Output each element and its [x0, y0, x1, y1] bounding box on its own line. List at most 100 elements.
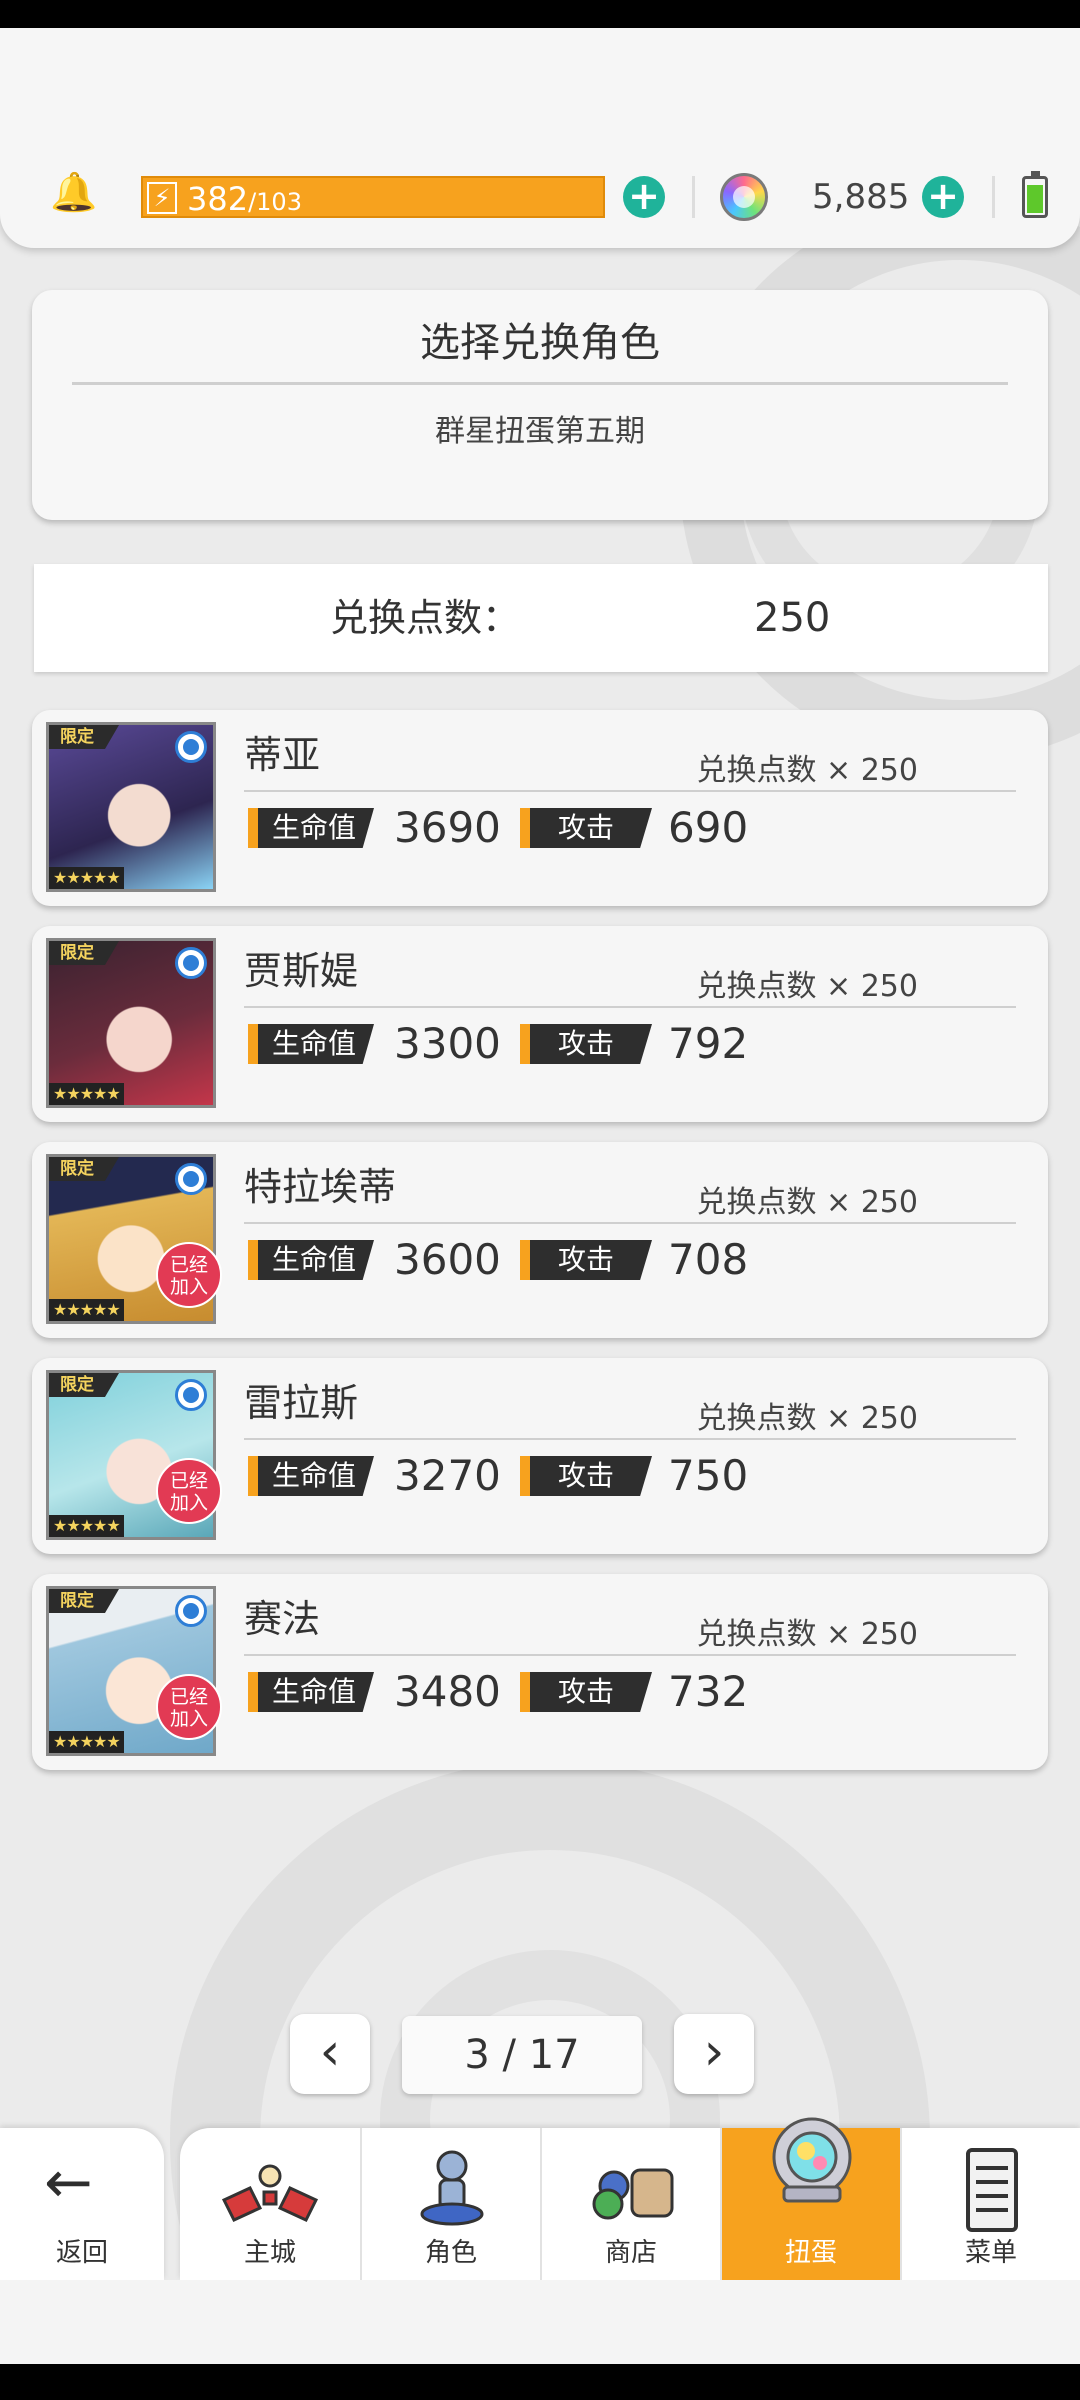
nav-item-characters[interactable]: 角色 [360, 2128, 540, 2280]
limited-tag: 限定 [49, 1373, 119, 1397]
hp-value: 3270 [394, 1451, 501, 1500]
hp-value: 3480 [394, 1667, 501, 1716]
nav-item-gacha[interactable]: 扭蛋 [720, 2117, 900, 2280]
system-status-bar [0, 0, 1080, 28]
attack-label: 攻击 [520, 1240, 652, 1280]
nav-footer [0, 2280, 1080, 2364]
limited-tag: 限定 [49, 1589, 119, 1613]
joined-badge: 已经 加入 [156, 1458, 222, 1524]
gacha-orb-icon [772, 2117, 852, 2203]
character-name: 贾斯媞 [244, 949, 359, 993]
selected-indicator-icon [175, 731, 207, 763]
character-portrait: 限定 ★★★★★ [46, 938, 216, 1108]
add-energy-button[interactable]: + [623, 176, 665, 218]
attack-value: 708 [668, 1235, 749, 1284]
character-card-3[interactable]: 限定 ★★★★★ 已经 加入 特拉埃蒂 兑换点数 × 250 生命值 3600 攻… [32, 1142, 1048, 1338]
hp-value: 3300 [394, 1019, 501, 1068]
back-button[interactable]: ← 返回 [0, 2128, 164, 2280]
star-rating-icon: ★★★★★ [49, 1731, 124, 1753]
nav-item-menu[interactable]: 菜单 [900, 2128, 1080, 2280]
previous-page-button[interactable]: ‹ [290, 2014, 370, 2094]
hp-value: 3690 [394, 803, 501, 852]
character-card-2[interactable]: 限定 ★★★★★ 贾斯媞 兑换点数 × 250 生命值 3300 攻击 792 [32, 926, 1048, 1122]
card-divider [244, 1654, 1016, 1656]
exchange-points-box: 兑换点数： 250 [34, 564, 1048, 672]
energy-value: 382/103 [187, 180, 302, 218]
castle-icon [221, 2164, 319, 2222]
nav-label: 主城 [243, 2238, 296, 2268]
selected-indicator-icon [175, 1379, 207, 1411]
gem-count: 5,885 [812, 177, 910, 217]
bell-icon[interactable]: 🔔 [50, 170, 97, 214]
bottom-nav: 主城 角色 商店 扭蛋 菜单 [180, 2117, 1080, 2280]
energy-max: /103 [248, 188, 302, 216]
exchange-cost: 兑换点数 × 250 [696, 1617, 918, 1652]
points-label: 兑换点数： [330, 596, 521, 640]
limited-tag: 限定 [49, 941, 119, 965]
character-portrait: 限定 ★★★★★ [46, 722, 216, 892]
card-divider [244, 1222, 1016, 1224]
energy-bar: ⚡ 382/103 [141, 176, 605, 218]
exchange-cost: 兑换点数 × 250 [696, 753, 918, 788]
nav-item-town[interactable]: 主城 [180, 2128, 360, 2280]
hp-label: 生命值 [248, 1024, 374, 1064]
nav-label: 菜单 [964, 2238, 1017, 2268]
nav-label: 扭蛋 [784, 2238, 837, 2268]
character-name: 蒂亚 [244, 733, 321, 777]
character-card-4[interactable]: 限定 ★★★★★ 已经 加入 雷拉斯 兑换点数 × 250 生命值 3270 攻击… [32, 1358, 1048, 1554]
hp-label: 生命值 [248, 808, 374, 848]
selected-indicator-icon [175, 1595, 207, 1627]
limited-tag: 限定 [49, 1157, 119, 1181]
hp-label: 生命值 [248, 1672, 374, 1712]
points-value: 250 [754, 595, 831, 641]
joined-badge: 已经 加入 [156, 1242, 222, 1308]
attack-value: 690 [668, 803, 749, 852]
menu-list-icon [966, 2148, 1018, 2232]
attack-label: 攻击 [520, 1672, 652, 1712]
divider [992, 176, 995, 218]
joined-badge: 已经 加入 [156, 1674, 222, 1740]
battery-icon [1022, 171, 1048, 218]
exchange-cost: 兑换点数 × 250 [696, 1185, 918, 1220]
attack-value: 750 [668, 1451, 749, 1500]
card-divider [244, 790, 1016, 792]
title-card: 选择兑换角色 群星扭蛋第五期 [32, 290, 1048, 520]
star-rating-icon: ★★★★★ [49, 1083, 124, 1105]
selected-indicator-icon [175, 947, 207, 979]
gacha-period: 群星扭蛋第五期 [435, 414, 645, 449]
arrow-left-icon: ← [44, 2148, 93, 2216]
add-gems-button[interactable]: + [922, 176, 964, 218]
attack-label: 攻击 [520, 808, 652, 848]
character-card-5[interactable]: 限定 ★★★★★ 已经 加入 赛法 兑换点数 × 250 生命值 3480 攻击 … [32, 1574, 1048, 1770]
next-page-button[interactable]: › [674, 2014, 754, 2094]
title-divider [72, 382, 1008, 385]
selected-indicator-icon [175, 1163, 207, 1195]
card-divider [244, 1438, 1016, 1440]
character-statue-icon [420, 2150, 484, 2226]
shop-bags-icon [592, 2168, 674, 2220]
hp-label: 生命值 [248, 1456, 374, 1496]
character-name: 特拉埃蒂 [244, 1165, 397, 1209]
star-rating-icon: ★★★★★ [49, 1299, 124, 1321]
star-rating-icon: ★★★★★ [49, 867, 124, 889]
star-rating-icon: ★★★★★ [49, 1515, 124, 1537]
nav-item-shop[interactable]: 商店 [540, 2128, 720, 2280]
character-name: 雷拉斯 [244, 1381, 359, 1425]
card-divider [244, 1006, 1016, 1008]
hp-label: 生命值 [248, 1240, 374, 1280]
character-card-1[interactable]: 限定 ★★★★★ 蒂亚 兑换点数 × 250 生命值 3690 攻击 690 [32, 710, 1048, 906]
nav-label: 商店 [604, 2238, 657, 2268]
attack-value: 792 [668, 1019, 749, 1068]
exchange-cost: 兑换点数 × 250 [696, 1401, 918, 1436]
attack-label: 攻击 [520, 1024, 652, 1064]
limited-tag: 限定 [49, 725, 119, 749]
rainbow-gem-icon [720, 173, 768, 221]
attack-label: 攻击 [520, 1456, 652, 1496]
page-title: 选择兑换角色 [420, 320, 660, 366]
hp-value: 3600 [394, 1235, 501, 1284]
attack-value: 732 [668, 1667, 749, 1716]
character-name: 赛法 [244, 1597, 321, 1641]
nav-label: 角色 [424, 2238, 477, 2268]
exchange-cost: 兑换点数 × 250 [696, 969, 918, 1004]
divider [692, 176, 695, 218]
